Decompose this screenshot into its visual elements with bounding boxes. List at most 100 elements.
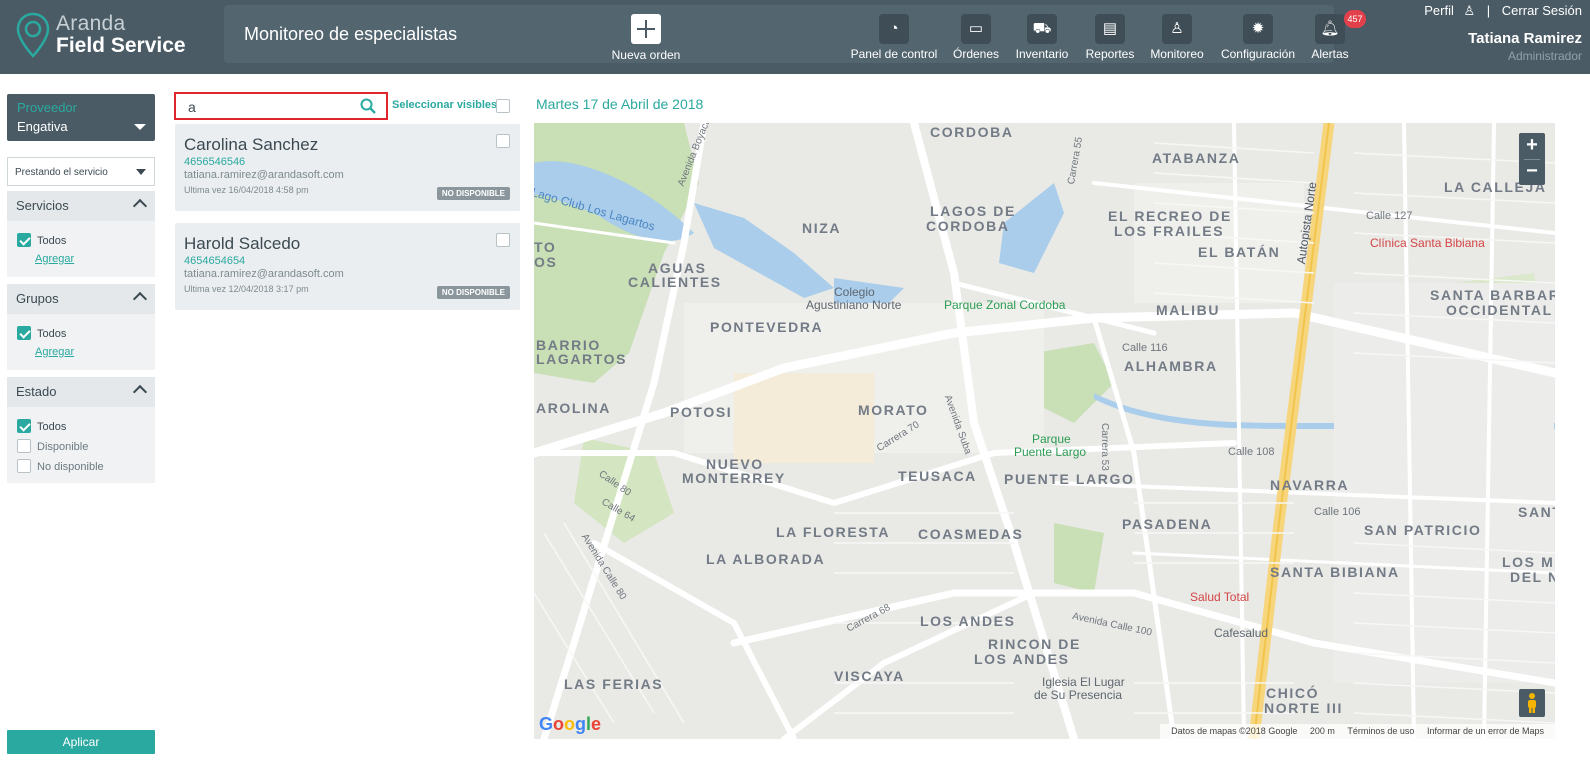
date-label: Martes 17 de Abril de 2018 — [536, 96, 704, 112]
road-label: Calle 116 — [1122, 342, 1168, 354]
add-group-link[interactable]: Agregar — [35, 346, 74, 358]
status-header[interactable]: Estado — [7, 377, 155, 407]
neighborhood-label: NIZA — [802, 220, 842, 236]
specialist-email: tatiana.ramirez@arandasoft.com — [184, 169, 344, 181]
checkbox[interactable] — [17, 459, 31, 473]
select-visible-label[interactable]: Seleccionar visibles — [392, 99, 497, 111]
nav-panel-de-control[interactable]: ◔ Panel de control — [848, 14, 940, 64]
status-available-option[interactable]: Disponible — [7, 437, 155, 457]
nav-inventario[interactable]: ⛟ Inventario — [1012, 14, 1072, 64]
groups-section: Grupos Todos Agregar — [7, 284, 155, 370]
status-all-option[interactable]: Todos — [7, 417, 155, 437]
section-title: Estado — [16, 384, 57, 399]
map-data-credit[interactable]: Datos de mapas ©2018 Google — [1171, 726, 1297, 736]
dashboard-icon: ◔ — [879, 14, 909, 44]
street-view-pegman-icon[interactable] — [1519, 689, 1545, 717]
location-pin-icon — [16, 12, 50, 58]
neighborhood-label: EL RECREO DE — [1108, 208, 1232, 224]
neighborhood-label: AROLINA — [536, 400, 611, 416]
neighborhood-label: MALIBU — [1156, 302, 1221, 318]
google-letter: o — [553, 714, 565, 734]
service-status-select[interactable]: Prestando el servicio — [7, 157, 155, 186]
groups-all-option[interactable]: Todos — [7, 324, 155, 344]
neighborhood-label: EL BATÁN — [1198, 244, 1281, 260]
status-badge: NO DISPONIBLE — [436, 187, 510, 200]
orders-icon: ▭ — [961, 14, 991, 44]
nav-label: Monitoreo — [1150, 47, 1204, 61]
select-visible-checkbox[interactable] — [496, 99, 510, 113]
nav-alertas[interactable]: 🔔︎ 457 Alertas — [1304, 10, 1366, 64]
search-icon[interactable] — [360, 98, 376, 114]
provider-select[interactable]: Proveedor Engativa — [7, 94, 155, 141]
gear-icon: ✹ — [1243, 14, 1273, 44]
nav-reportes[interactable]: ▤ Reportes — [1082, 14, 1138, 64]
neighborhood-label: CALIENTES — [628, 274, 722, 290]
checkbox[interactable] — [17, 326, 31, 340]
app-logo[interactable]: Aranda Field Service — [16, 12, 206, 62]
groups-add-row: Agregar — [7, 344, 155, 364]
neighborhood-label: LOS ANDES — [974, 651, 1070, 667]
checkbox[interactable] — [17, 419, 31, 433]
neighborhood-label: PUENTE LARGO — [1004, 471, 1135, 487]
logout-link[interactable]: Cerrar Sesión — [1502, 3, 1582, 18]
section-title: Grupos — [16, 291, 59, 306]
nav-label: Reportes — [1085, 47, 1135, 61]
checkbox[interactable] — [17, 439, 31, 453]
provider-value: Engativa — [17, 119, 68, 134]
search-input[interactable]: a — [174, 92, 388, 120]
nav-configuracion[interactable]: ✹ Configuración — [1218, 14, 1298, 64]
nav-monitoreo[interactable]: ♙ Monitoreo — [1146, 14, 1208, 64]
services-all-option[interactable]: Todos — [7, 231, 155, 251]
nav-label: Panel de control — [850, 47, 938, 61]
services-add-row: Agregar — [7, 251, 155, 271]
neighborhood-label: LAS FERIAS — [564, 676, 664, 692]
poi-label: Agustiniano Norte — [806, 298, 902, 312]
neighborhood-label: NAVARRA — [1270, 477, 1350, 493]
report-error-link[interactable]: Informar de un error de Maps — [1427, 726, 1544, 736]
map-view[interactable]: CORDOBA ATABANZA LA CALLEJA NIZA LAGOS D… — [534, 123, 1555, 739]
profile-icon: ♙ — [1463, 3, 1476, 18]
specialist-card[interactable]: Harold Salcedo 4654654654 tatiana.ramire… — [175, 223, 520, 310]
chevron-up-icon[interactable] — [132, 291, 148, 307]
chevron-up-icon[interactable] — [132, 384, 148, 400]
neighborhood-label: OS — [534, 254, 558, 270]
zoom-out-button[interactable]: − — [1519, 159, 1545, 185]
google-letter: e — [591, 714, 602, 734]
specialist-card[interactable]: Carolina Sanchez 4656546546 tatiana.rami… — [175, 124, 520, 211]
zoom-in-button[interactable]: + — [1519, 133, 1545, 159]
map-zoom-control: + − — [1519, 133, 1545, 185]
user-role: Administrador — [1507, 49, 1582, 63]
neighborhood-label: RINCON DE — [988, 636, 1081, 652]
nav-ordenes[interactable]: ▭ Órdenes — [950, 14, 1002, 64]
section-title: Servicios — [16, 198, 69, 213]
groups-header[interactable]: Grupos — [7, 284, 155, 314]
neighborhood-label: VISCAYA — [834, 668, 905, 684]
neighborhood-label: MORATO — [858, 402, 929, 418]
new-order-label: Nueva orden — [611, 48, 681, 62]
apply-button[interactable]: Aplicar — [7, 730, 155, 754]
poi-label: Parque Zonal Cordoba — [944, 298, 1066, 312]
neighborhood-label: SANTA BARBARA — [1430, 287, 1555, 303]
neighborhood-label: SAN PATRICIO — [1364, 522, 1482, 538]
profile-link[interactable]: Perfil — [1424, 3, 1454, 18]
option-label: Disponible — [37, 441, 89, 453]
specialist-phone: 4656546546 — [184, 156, 246, 168]
chevron-up-icon[interactable] — [132, 198, 148, 214]
specialist-checkbox[interactable] — [496, 233, 510, 247]
map-scale[interactable]: 200 m — [1310, 726, 1335, 736]
status-unavailable-option[interactable]: No disponible — [7, 457, 155, 477]
new-order-button[interactable]: Nueva orden — [606, 14, 686, 62]
terms-link[interactable]: Términos de uso — [1347, 726, 1414, 736]
specialist-phone: 4654654654 — [184, 255, 246, 267]
app-header: Aranda Field Service Monitoreo de especi… — [0, 0, 1590, 74]
chevron-down-icon — [136, 169, 146, 175]
page-title: Monitoreo de especialistas — [244, 24, 458, 44]
user-links: Perfil ♙ | Cerrar Sesión — [1424, 3, 1582, 19]
neighborhood-label: DEL NO — [1510, 569, 1555, 585]
neighborhood-label: PASADENA — [1122, 516, 1213, 532]
checkbox[interactable] — [17, 233, 31, 247]
services-header[interactable]: Servicios — [7, 191, 155, 221]
specialist-checkbox[interactable] — [496, 134, 510, 148]
add-service-link[interactable]: Agregar — [35, 253, 74, 265]
plus-icon — [631, 14, 661, 44]
